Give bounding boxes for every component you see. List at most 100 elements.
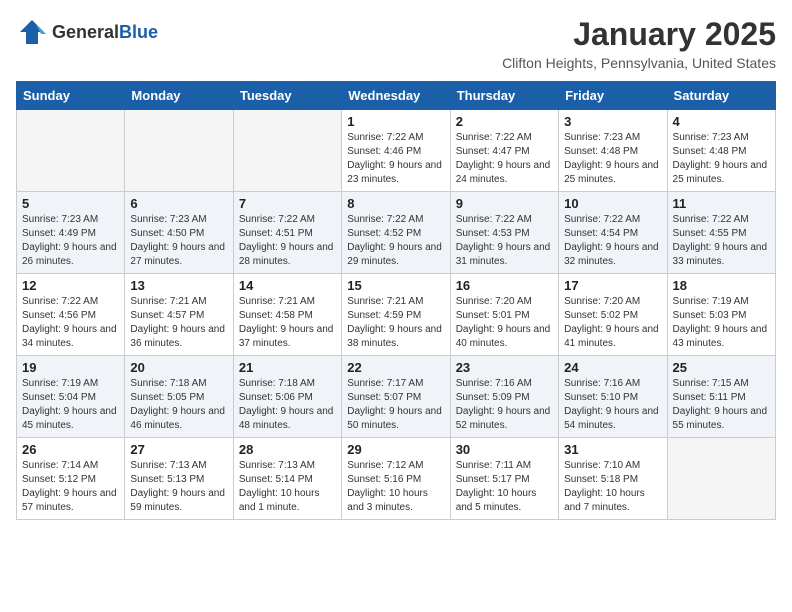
calendar-header-row: SundayMondayTuesdayWednesdayThursdayFrid… — [17, 82, 776, 110]
calendar-cell: 27 Sunrise: 7:13 AM Sunset: 5:13 PM Dayli… — [125, 438, 233, 520]
day-info: Sunrise: 7:23 AM Sunset: 4:49 PM Dayligh… — [22, 213, 119, 269]
day-number: 1 — [347, 114, 444, 129]
calendar-cell: 11 Sunrise: 7:22 AM Sunset: 4:55 PM Dayli… — [667, 192, 775, 274]
day-number: 8 — [347, 196, 444, 211]
day-info: Sunrise: 7:22 AM Sunset: 4:54 PM Dayligh… — [564, 213, 661, 269]
day-number: 12 — [22, 278, 119, 293]
day-info: Sunrise: 7:21 AM Sunset: 4:58 PM Dayligh… — [239, 295, 336, 351]
calendar-cell: 20 Sunrise: 7:18 AM Sunset: 5:05 PM Dayli… — [125, 356, 233, 438]
calendar-week-row: 26 Sunrise: 7:14 AM Sunset: 5:12 PM Dayli… — [17, 438, 776, 520]
day-number: 17 — [564, 278, 661, 293]
day-info: Sunrise: 7:10 AM Sunset: 5:18 PM Dayligh… — [564, 459, 661, 515]
day-number: 9 — [456, 196, 553, 211]
day-header-saturday: Saturday — [667, 82, 775, 110]
day-number: 14 — [239, 278, 336, 293]
day-number: 13 — [130, 278, 227, 293]
day-info: Sunrise: 7:18 AM Sunset: 5:06 PM Dayligh… — [239, 377, 336, 433]
day-info: Sunrise: 7:18 AM Sunset: 5:05 PM Dayligh… — [130, 377, 227, 433]
day-number: 29 — [347, 442, 444, 457]
day-header-tuesday: Tuesday — [233, 82, 341, 110]
day-info: Sunrise: 7:15 AM Sunset: 5:11 PM Dayligh… — [673, 377, 770, 433]
calendar-cell: 21 Sunrise: 7:18 AM Sunset: 5:06 PM Dayli… — [233, 356, 341, 438]
calendar-cell: 25 Sunrise: 7:15 AM Sunset: 5:11 PM Dayli… — [667, 356, 775, 438]
day-info: Sunrise: 7:22 AM Sunset: 4:47 PM Dayligh… — [456, 131, 553, 187]
day-number: 31 — [564, 442, 661, 457]
day-number: 3 — [564, 114, 661, 129]
calendar-cell: 4 Sunrise: 7:23 AM Sunset: 4:48 PM Daylig… — [667, 110, 775, 192]
location-title: Clifton Heights, Pennsylvania, United St… — [502, 55, 776, 71]
day-header-wednesday: Wednesday — [342, 82, 450, 110]
day-info: Sunrise: 7:23 AM Sunset: 4:48 PM Dayligh… — [673, 131, 770, 187]
calendar-cell: 16 Sunrise: 7:20 AM Sunset: 5:01 PM Dayli… — [450, 274, 558, 356]
day-info: Sunrise: 7:19 AM Sunset: 5:04 PM Dayligh… — [22, 377, 119, 433]
day-info: Sunrise: 7:16 AM Sunset: 5:09 PM Dayligh… — [456, 377, 553, 433]
day-info: Sunrise: 7:21 AM Sunset: 4:57 PM Dayligh… — [130, 295, 227, 351]
day-number: 16 — [456, 278, 553, 293]
calendar-cell: 23 Sunrise: 7:16 AM Sunset: 5:09 PM Dayli… — [450, 356, 558, 438]
calendar-cell: 28 Sunrise: 7:13 AM Sunset: 5:14 PM Dayli… — [233, 438, 341, 520]
day-number: 18 — [673, 278, 770, 293]
day-number: 7 — [239, 196, 336, 211]
calendar-cell: 10 Sunrise: 7:22 AM Sunset: 4:54 PM Dayli… — [559, 192, 667, 274]
logo-blue: Blue — [119, 22, 158, 43]
logo-icon — [16, 16, 48, 48]
day-info: Sunrise: 7:14 AM Sunset: 5:12 PM Dayligh… — [22, 459, 119, 515]
day-number: 6 — [130, 196, 227, 211]
day-info: Sunrise: 7:16 AM Sunset: 5:10 PM Dayligh… — [564, 377, 661, 433]
calendar: SundayMondayTuesdayWednesdayThursdayFrid… — [16, 81, 776, 520]
calendar-week-row: 19Sunrise: 7:19 AM Sunset: 5:04 PM Dayli… — [17, 356, 776, 438]
day-info: Sunrise: 7:23 AM Sunset: 4:48 PM Dayligh… — [564, 131, 661, 187]
day-number: 26 — [22, 442, 119, 457]
day-number: 4 — [673, 114, 770, 129]
header: General Blue January 2025 Clifton Height… — [16, 16, 776, 71]
calendar-cell: 12Sunrise: 7:22 AM Sunset: 4:56 PM Dayli… — [17, 274, 125, 356]
day-number: 20 — [130, 360, 227, 375]
calendar-cell: 2 Sunrise: 7:22 AM Sunset: 4:47 PM Daylig… — [450, 110, 558, 192]
calendar-cell: 31 Sunrise: 7:10 AM Sunset: 5:18 PM Dayli… — [559, 438, 667, 520]
day-number: 27 — [130, 442, 227, 457]
calendar-week-row: 1Sunrise: 7:22 AM Sunset: 4:46 PM Daylig… — [17, 110, 776, 192]
day-number: 25 — [673, 360, 770, 375]
day-number: 24 — [564, 360, 661, 375]
day-number: 23 — [456, 360, 553, 375]
day-number: 5 — [22, 196, 119, 211]
day-info: Sunrise: 7:20 AM Sunset: 5:01 PM Dayligh… — [456, 295, 553, 351]
calendar-cell: 14 Sunrise: 7:21 AM Sunset: 4:58 PM Dayli… — [233, 274, 341, 356]
logo-general: General — [52, 22, 119, 43]
day-info: Sunrise: 7:20 AM Sunset: 5:02 PM Dayligh… — [564, 295, 661, 351]
calendar-cell: 7 Sunrise: 7:22 AM Sunset: 4:51 PM Daylig… — [233, 192, 341, 274]
calendar-cell: 24 Sunrise: 7:16 AM Sunset: 5:10 PM Dayli… — [559, 356, 667, 438]
day-number: 30 — [456, 442, 553, 457]
calendar-cell: 26 Sunrise: 7:14 AM Sunset: 5:12 PM Dayli… — [17, 438, 125, 520]
day-number: 10 — [564, 196, 661, 211]
day-header-monday: Monday — [125, 82, 233, 110]
calendar-cell: 13 Sunrise: 7:21 AM Sunset: 4:57 PM Dayli… — [125, 274, 233, 356]
day-header-friday: Friday — [559, 82, 667, 110]
calendar-cell: 1Sunrise: 7:22 AM Sunset: 4:46 PM Daylig… — [342, 110, 450, 192]
day-info: Sunrise: 7:22 AM Sunset: 4:53 PM Dayligh… — [456, 213, 553, 269]
day-number: 22 — [347, 360, 444, 375]
calendar-cell: 17 Sunrise: 7:20 AM Sunset: 5:02 PM Dayli… — [559, 274, 667, 356]
day-number: 2 — [456, 114, 553, 129]
calendar-cell: 5 Sunrise: 7:23 AM Sunset: 4:49 PM Daylig… — [17, 192, 125, 274]
month-title: January 2025 — [502, 16, 776, 53]
calendar-cell: 22Sunrise: 7:17 AM Sunset: 5:07 PM Dayli… — [342, 356, 450, 438]
day-number: 11 — [673, 196, 770, 211]
day-number: 28 — [239, 442, 336, 457]
day-info: Sunrise: 7:23 AM Sunset: 4:50 PM Dayligh… — [130, 213, 227, 269]
calendar-week-row: 12Sunrise: 7:22 AM Sunset: 4:56 PM Dayli… — [17, 274, 776, 356]
calendar-cell: 30 Sunrise: 7:11 AM Sunset: 5:17 PM Dayli… — [450, 438, 558, 520]
calendar-cell: 19Sunrise: 7:19 AM Sunset: 5:04 PM Dayli… — [17, 356, 125, 438]
day-number: 21 — [239, 360, 336, 375]
calendar-cell: 29Sunrise: 7:12 AM Sunset: 5:16 PM Dayli… — [342, 438, 450, 520]
day-info: Sunrise: 7:13 AM Sunset: 5:14 PM Dayligh… — [239, 459, 336, 515]
day-info: Sunrise: 7:22 AM Sunset: 4:51 PM Dayligh… — [239, 213, 336, 269]
day-number: 15 — [347, 278, 444, 293]
day-info: Sunrise: 7:11 AM Sunset: 5:17 PM Dayligh… — [456, 459, 553, 515]
day-info: Sunrise: 7:13 AM Sunset: 5:13 PM Dayligh… — [130, 459, 227, 515]
calendar-cell: 3 Sunrise: 7:23 AM Sunset: 4:48 PM Daylig… — [559, 110, 667, 192]
day-info: Sunrise: 7:22 AM Sunset: 4:52 PM Dayligh… — [347, 213, 444, 269]
calendar-cell: 15Sunrise: 7:21 AM Sunset: 4:59 PM Dayli… — [342, 274, 450, 356]
calendar-cell — [233, 110, 341, 192]
day-info: Sunrise: 7:22 AM Sunset: 4:55 PM Dayligh… — [673, 213, 770, 269]
